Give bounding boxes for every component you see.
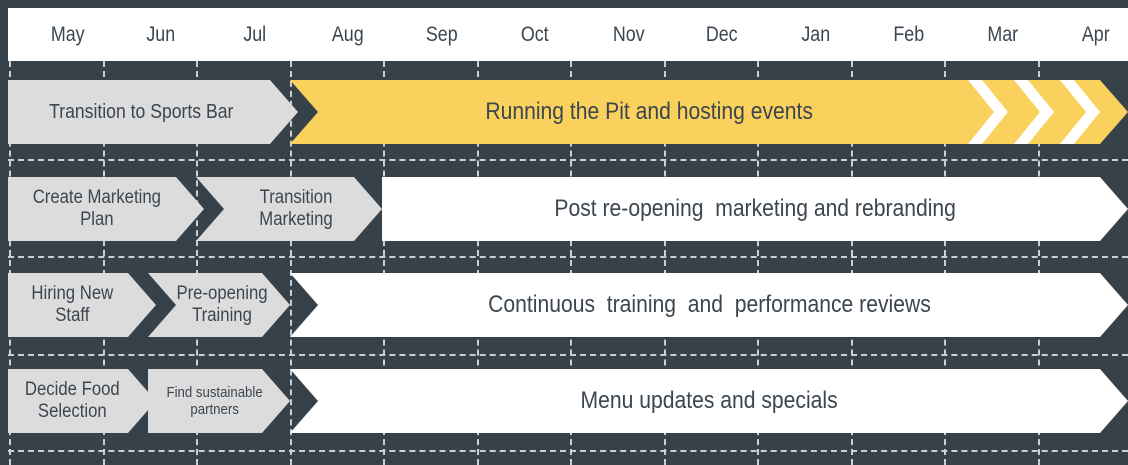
- task-label: Transition Marketing: [259, 187, 333, 230]
- month-oct: Oct: [520, 22, 549, 46]
- task-post-reopening-marketing: Post re-opening marketing and rebranding: [382, 177, 1128, 241]
- task-label: Menu updates and specials: [580, 387, 838, 415]
- month-feb: Feb: [893, 22, 925, 46]
- task-transition-to-sports-bar: Transition to Sports Bar: [8, 80, 298, 144]
- month-apr: Apr: [1081, 22, 1110, 46]
- task-label: Create Marketing Plan: [32, 187, 161, 230]
- task-find-sustainable-partners: Find sustainable partners: [148, 369, 290, 433]
- task-label: Running the Pit and hosting events: [485, 98, 813, 126]
- grid-vline: [290, 61, 292, 465]
- task-label: Transition to Sports Bar: [49, 100, 234, 123]
- month-nov: Nov: [612, 22, 645, 46]
- month-dec: Dec: [705, 22, 738, 46]
- month-mar: Mar: [987, 22, 1019, 46]
- task-decide-food-selection: Decide Food Selection: [8, 369, 156, 433]
- month-aug: Aug: [331, 22, 364, 46]
- month-jun: Jun: [146, 22, 176, 46]
- task-label: Post re-opening marketing and rebranding: [554, 195, 956, 223]
- month-may: May: [50, 22, 85, 46]
- task-menu-updates: Menu updates and specials: [290, 369, 1128, 433]
- timeline-header: May Jun Jul Aug Sep Oct Nov Dec Jan Feb …: [8, 8, 1128, 61]
- month-jul: Jul: [243, 22, 267, 46]
- task-hiring-new-staff: Hiring New Staff: [8, 273, 156, 337]
- task-label: Find sustainable partners: [166, 383, 263, 418]
- task-transition-marketing: Transition Marketing: [196, 177, 382, 241]
- grid-hline: [8, 450, 1128, 452]
- month-sep: Sep: [425, 22, 458, 46]
- grid-hline: [8, 256, 1128, 258]
- task-label: Decide Food Selection: [24, 379, 120, 422]
- grid-hline: [8, 159, 1128, 161]
- task-create-marketing-plan: Create Marketing Plan: [8, 177, 204, 241]
- task-continuous-training: Continuous training and performance revi…: [290, 273, 1128, 337]
- month-jan: Jan: [801, 22, 831, 46]
- task-label: Pre-opening Training: [176, 283, 268, 326]
- task-pre-opening-training: Pre-opening Training: [148, 273, 290, 337]
- grid-hline: [8, 354, 1128, 356]
- task-label: Hiring New Staff: [31, 283, 114, 326]
- task-label: Continuous training and performance revi…: [487, 291, 931, 319]
